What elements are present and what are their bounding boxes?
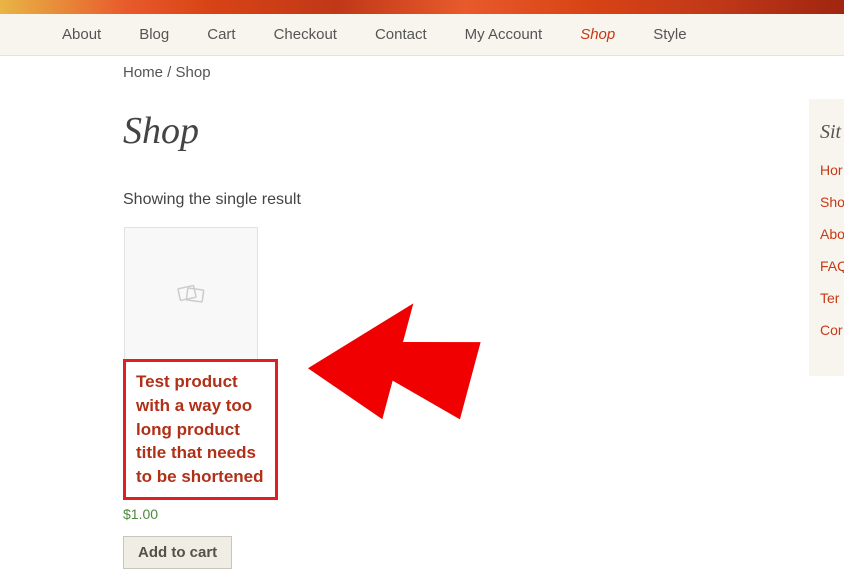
page-title: Shop (123, 109, 800, 153)
product-title-highlight-box: Test product with a way too long product… (123, 359, 278, 500)
nav-contact[interactable]: Contact (375, 26, 427, 43)
product-title[interactable]: Test product with a way too long product… (136, 370, 265, 489)
product-image-placeholder[interactable] (124, 227, 258, 361)
sidebar-link-home[interactable]: Hor (820, 162, 844, 178)
nav-blog[interactable]: Blog (139, 26, 169, 43)
sidebar-link-about[interactable]: Abo (820, 226, 844, 242)
sidebar-link-terms[interactable]: Ter (820, 290, 844, 306)
nav-cart[interactable]: Cart (207, 26, 235, 43)
nav-shop[interactable]: Shop (580, 26, 615, 43)
sidebar-link-contact[interactable]: Cor (820, 322, 844, 338)
sidebar-widget: Sit Hor Sho Abo FAQ Ter Cor (809, 99, 844, 376)
breadcrumb-current: Shop (176, 64, 211, 81)
image-placeholder-icon (176, 281, 206, 307)
product-price: $1.00 (123, 506, 278, 522)
sidebar-link-faq[interactable]: FAQ (820, 258, 844, 274)
header-colored-strip (0, 0, 844, 14)
breadcrumb: Home / Shop (123, 64, 800, 81)
sidebar-link-shop[interactable]: Sho (820, 194, 844, 210)
nav-checkout[interactable]: Checkout (274, 26, 337, 43)
sidebar-title: Sit (820, 121, 844, 144)
product-card: Test product with a way too long product… (123, 227, 278, 569)
nav-style[interactable]: Style (653, 26, 686, 43)
main-nav: About Blog Cart Checkout Contact My Acco… (0, 14, 844, 56)
annotation-arrow-icon (303, 270, 483, 450)
nav-my-account[interactable]: My Account (465, 26, 543, 43)
nav-about[interactable]: About (62, 26, 101, 43)
result-count: Showing the single result (123, 191, 800, 209)
breadcrumb-home[interactable]: Home (123, 64, 163, 81)
breadcrumb-separator: / (163, 64, 176, 81)
add-to-cart-button[interactable]: Add to cart (123, 536, 232, 569)
